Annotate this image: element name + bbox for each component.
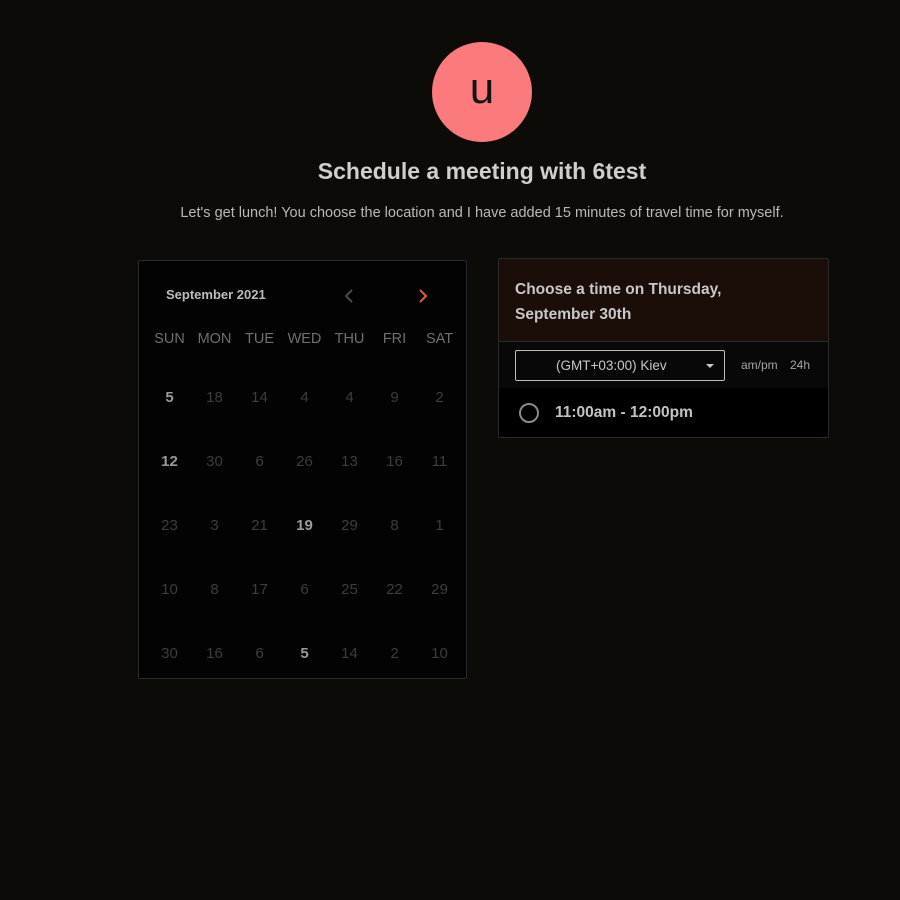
chevron-right-icon xyxy=(419,289,428,303)
chevron-left-icon xyxy=(344,289,353,303)
time-format-ampm-toggle[interactable]: am/pm xyxy=(741,358,778,372)
weekday-label: FRI xyxy=(382,331,407,347)
time-slot[interactable]: 11:00am - 12:00pm xyxy=(499,388,828,437)
calendar-day: 11 xyxy=(431,453,448,470)
calendar-day: 4 xyxy=(345,389,354,406)
weekday-label: TUE xyxy=(245,331,274,347)
meeting-description: Let's get lunch! You choose the location… xyxy=(180,205,784,221)
calendar-day-available[interactable]: 5 xyxy=(147,378,192,418)
weekday-header: SUN MON TUE WED THU FRI SAT xyxy=(139,331,466,347)
calendar-day: 10 xyxy=(161,581,178,598)
calendar-day-available[interactable]: 19 xyxy=(282,506,327,546)
caret-down-icon xyxy=(706,363,714,368)
calendar-day: 29 xyxy=(341,517,358,534)
calendar-day: 10 xyxy=(431,645,448,662)
calendar-day: 17 xyxy=(251,581,268,598)
time-format-24h-toggle[interactable]: 24h xyxy=(790,358,810,372)
calendar-day: 23 xyxy=(161,517,178,534)
time-picker-heading: Choose a time on Thursday, September 30t… xyxy=(499,259,828,342)
calendar-day: 2 xyxy=(435,389,444,406)
time-picker-panel: Choose a time on Thursday, September 30t… xyxy=(498,258,829,438)
calendar-day: 30 xyxy=(161,645,178,662)
time-picker-heading-line: Choose a time on Thursday, xyxy=(515,281,722,298)
calendar-day: 29 xyxy=(431,581,448,598)
previous-month-button[interactable] xyxy=(338,285,360,307)
calendar-week: 23 3 21 19 29 8 1 xyxy=(147,494,462,558)
calendar-day: 25 xyxy=(341,581,358,598)
calendar-day: 14 xyxy=(251,389,268,406)
calendar-day: 8 xyxy=(390,517,399,534)
calendar-day: 18 xyxy=(206,389,223,406)
calendar-day: 21 xyxy=(251,517,268,534)
timezone-row: (GMT+03:00) Kiev am/pm 24h xyxy=(499,342,828,388)
calendar-week: 12 30 6 26 13 16 11 xyxy=(147,430,462,494)
calendar-week: 10 8 17 6 25 22 29 xyxy=(147,558,462,622)
calendar-day: 9 xyxy=(390,389,399,406)
weekday-label: WED xyxy=(287,331,322,347)
calendar-day: 14 xyxy=(341,645,358,662)
weekday-label: SUN xyxy=(154,331,185,347)
calendar-day: 8 xyxy=(210,581,219,598)
time-slot-label: 11:00am - 12:00pm xyxy=(555,404,693,421)
calendar-week: 5 18 14 4 4 9 2 xyxy=(147,366,462,430)
calendar-grid: 5 18 14 4 4 9 2 12 30 6 26 13 16 11 23 3… xyxy=(147,366,462,686)
calendar-day: 4 xyxy=(300,389,309,406)
radio-button[interactable] xyxy=(519,403,539,423)
calendar-day: 6 xyxy=(255,645,264,662)
timezone-select[interactable]: (GMT+03:00) Kiev xyxy=(515,350,725,381)
time-picker-heading-line: September 30th xyxy=(515,306,632,323)
weekday-label: MON xyxy=(197,331,232,347)
calendar-day-available[interactable]: 5 xyxy=(282,634,327,674)
calendar-day: 30 xyxy=(206,453,223,470)
calendar-day: 13 xyxy=(341,453,358,470)
avatar-initial: u xyxy=(469,64,495,113)
calendar-day: 6 xyxy=(300,581,309,598)
avatar: u xyxy=(432,42,532,142)
calendar-week: 30 16 6 5 14 2 10 xyxy=(147,622,462,686)
next-month-button[interactable] xyxy=(412,285,434,307)
timezone-value: (GMT+03:00) Kiev xyxy=(556,358,667,373)
calendar-day-available[interactable]: 12 xyxy=(147,442,192,482)
calendar: September 2021 SUN MON TUE WED THU FRI S… xyxy=(138,260,467,679)
calendar-day: 2 xyxy=(390,645,399,662)
scheduling-page: u Schedule a meeting with 6test Let's ge… xyxy=(0,0,900,900)
weekday-label: THU xyxy=(334,331,365,347)
calendar-day: 1 xyxy=(435,517,444,534)
calendar-day: 16 xyxy=(206,645,223,662)
calendar-day: 22 xyxy=(386,581,403,598)
calendar-day: 26 xyxy=(296,453,313,470)
calendar-month-label: September 2021 xyxy=(166,287,266,302)
calendar-day: 6 xyxy=(255,453,264,470)
weekday-label: SAT xyxy=(425,331,454,347)
page-title: Schedule a meeting with 6test xyxy=(317,158,647,184)
calendar-day: 3 xyxy=(210,517,219,534)
calendar-day: 16 xyxy=(386,453,403,470)
